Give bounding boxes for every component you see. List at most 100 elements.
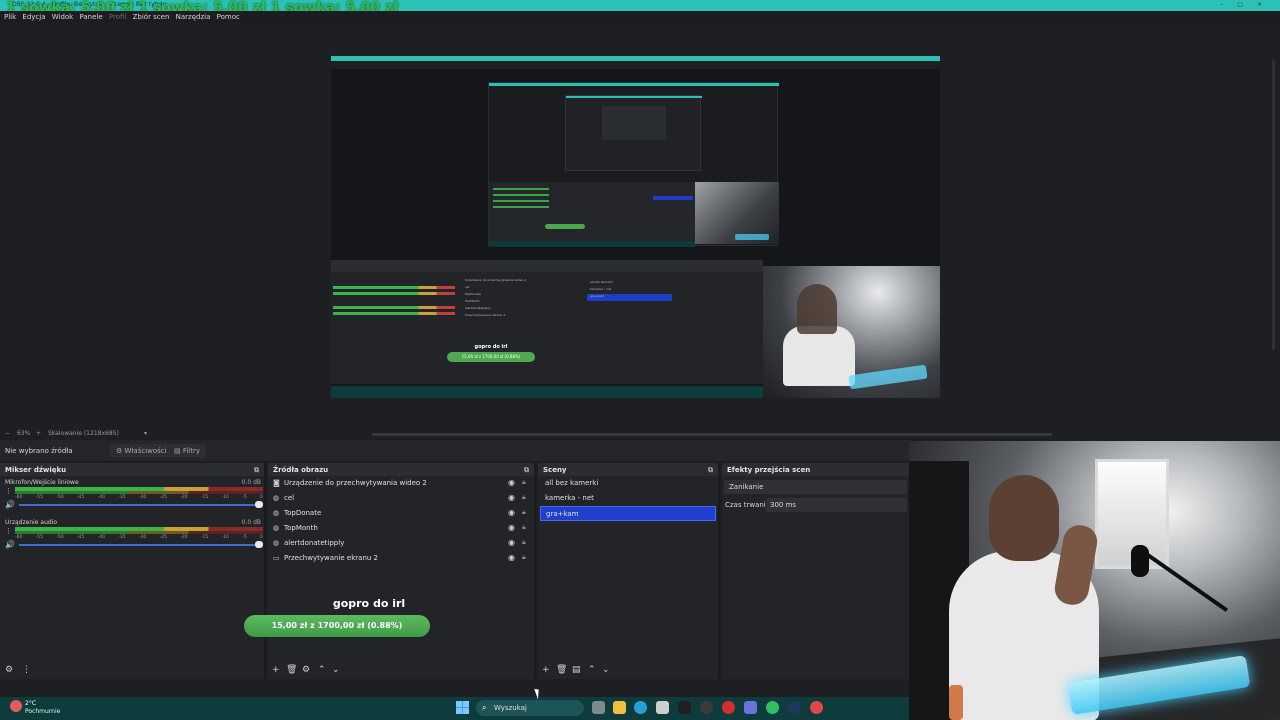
zoom-in-button[interactable]: + (36, 430, 41, 437)
menu-help[interactable]: Pomoc (213, 11, 240, 21)
source-item[interactable]: ◍ cel ◉ 🔒︎ (268, 491, 534, 506)
globe-icon: ◍ (273, 539, 280, 547)
volume-slider[interactable] (19, 504, 257, 506)
streamlabs-icon[interactable] (810, 701, 823, 714)
preview-person-shirt (783, 326, 855, 386)
trash-icon[interactable]: 🗑︎ (556, 665, 567, 675)
gear-icon[interactable]: ⚙ (5, 665, 13, 675)
source-item[interactable]: ◍ TopDonate ◉ 🔒︎ (268, 506, 534, 521)
lock-icon[interactable]: 🔒︎ (522, 538, 526, 547)
menu-scene-collection[interactable]: Zbiór scen (129, 11, 170, 21)
bottle (949, 685, 963, 720)
dock-menu-icon[interactable]: ⧉ (254, 466, 259, 475)
weather-condition[interactable]: Pochmurnie (25, 708, 60, 715)
duration-input[interactable]: 300 ms (766, 498, 907, 512)
volume-slider[interactable] (19, 544, 257, 546)
scene-item-selected[interactable]: gra+kam (540, 506, 716, 521)
title-bar: OBS 32.0.4 - Profile: Bez tytułu - Scene… (0, 0, 1280, 15)
taskbar-search[interactable]: ⌕ Wyszukaj (476, 700, 584, 716)
store-icon[interactable] (656, 701, 669, 714)
source-item[interactable]: ▭ Przechwytywanie ekranu 2 ◉ 🔒︎ (268, 551, 534, 566)
eye-icon[interactable]: ◉ (508, 538, 515, 547)
nested-mixer-meters (493, 188, 549, 212)
eye-icon[interactable]: ◉ (508, 493, 515, 502)
transition-select[interactable]: Zanikanie (724, 480, 907, 494)
terminal-icon[interactable] (678, 701, 691, 714)
audio-mixer-dock: Mikser dźwięku ⧉ Mikrofon/Wejście liniow… (0, 463, 266, 663)
scale-tick: -20 (180, 495, 188, 500)
channel-menu-icon[interactable]: ⋮ (5, 487, 12, 495)
scale-tick: -20 (180, 535, 188, 540)
opera-icon[interactable] (722, 701, 735, 714)
more-options-icon[interactable]: ⋮ (22, 665, 31, 675)
preview-obs-docks: Urządzenie do przechwytywania wideo 2 ce… (331, 260, 763, 384)
menu-profile[interactable]: Profil (105, 11, 126, 21)
preview-vertical-scrollbar[interactable] (1272, 60, 1275, 350)
menu-docks[interactable]: Panele (75, 11, 102, 21)
discord-icon[interactable] (744, 701, 757, 714)
task-view-icon[interactable] (592, 701, 605, 714)
lock-icon[interactable]: 🔒︎ (522, 478, 526, 487)
source-item[interactable]: ◍ TopMonth ◉ 🔒︎ (268, 521, 534, 536)
arrow-up-icon[interactable]: ⌃ (318, 665, 326, 675)
channel-menu-icon[interactable]: ⋮ (5, 527, 12, 535)
chevron-down-icon[interactable]: ▾ (144, 430, 147, 437)
preview-source-item: cel (465, 285, 470, 289)
speaker-icon[interactable]: 🔊 (5, 500, 15, 509)
properties-button[interactable]: ⚙ Właściwości (110, 444, 173, 458)
arrow-down-icon[interactable]: ⌄ (602, 665, 610, 675)
edge-icon[interactable] (634, 701, 647, 714)
preview-horizontal-scrollbar[interactable] (372, 433, 1052, 436)
volume-slider-knob[interactable] (255, 541, 263, 548)
camera-icon: ◙ (273, 479, 280, 487)
gear-icon[interactable]: ⚙ (302, 665, 310, 675)
windows-start-icon[interactable] (456, 701, 469, 714)
weather-icon[interactable] (10, 700, 22, 712)
speaker-icon[interactable]: 🔊 (5, 540, 15, 549)
scene-item[interactable]: all bez kamerki (540, 476, 716, 491)
preview-meter (333, 306, 455, 309)
menu-edit[interactable]: Edycja (18, 11, 45, 21)
scaling-mode[interactable]: Skalowanie (1218x685) (48, 430, 119, 437)
program-preview[interactable]: Urządzenie do przechwytywania wideo 2 ce… (331, 56, 940, 398)
add-icon[interactable]: + (542, 665, 550, 675)
scene-item[interactable]: kamerka - net (540, 491, 716, 506)
minimize-icon[interactable]: – (1220, 1, 1237, 8)
source-item[interactable]: ◍ alertdonatetipply ◉ 🔒︎ (268, 536, 534, 551)
arrow-up-icon[interactable]: ⌃ (588, 665, 596, 675)
trash-icon[interactable]: 🗑︎ (286, 665, 297, 675)
scale-tick: -35 (118, 535, 126, 540)
meter-scale: -60 -55 -50 -45 -40 -35 -30 -25 -20 -15 -10 -5 0 (15, 495, 263, 500)
status-bar (0, 679, 909, 697)
window-controls[interactable]: –▢✕ (1220, 1, 1276, 8)
source-item[interactable]: ◙ Urządzenie do przechwytywania wideo 2 … (268, 476, 534, 491)
lock-icon[interactable]: 🔒︎ (522, 493, 526, 502)
lock-icon[interactable]: 🔒︎ (522, 508, 526, 517)
dock-menu-icon[interactable]: ⧉ (524, 466, 529, 475)
arrow-down-icon[interactable]: ⌄ (332, 665, 340, 675)
file-explorer-icon[interactable] (613, 701, 626, 714)
lock-icon[interactable]: 🔒︎ (522, 523, 526, 532)
eye-icon[interactable]: ◉ (508, 553, 515, 562)
close-icon[interactable]: ✕ (1257, 1, 1276, 8)
volume-slider-knob[interactable] (255, 501, 263, 508)
zoom-out-button[interactable]: − (5, 430, 10, 437)
eye-icon[interactable]: ◉ (508, 508, 515, 517)
filters-button[interactable]: ▤ Filtry (168, 444, 207, 458)
obs-icon[interactable] (700, 701, 713, 714)
eye-icon[interactable]: ◉ (508, 478, 515, 487)
lock-icon[interactable]: 🔒︎ (522, 553, 526, 562)
add-icon[interactable]: + (272, 665, 280, 675)
menu-file[interactable]: Plik (0, 11, 16, 21)
steam-icon[interactable] (788, 701, 801, 714)
menu-tools[interactable]: Narzędzia (172, 11, 211, 21)
weather-temp[interactable]: 2°C (25, 700, 36, 707)
menu-view[interactable]: Widok (48, 11, 74, 21)
scale-tick: -50 (56, 495, 64, 500)
filter-icon[interactable]: ▤ (572, 665, 581, 675)
scale-tick: -10 (221, 495, 229, 500)
maximize-icon[interactable]: ▢ (1237, 1, 1257, 8)
spotify-icon[interactable] (766, 701, 779, 714)
dock-menu-icon[interactable]: ⧉ (708, 466, 713, 475)
eye-icon[interactable]: ◉ (508, 523, 515, 532)
